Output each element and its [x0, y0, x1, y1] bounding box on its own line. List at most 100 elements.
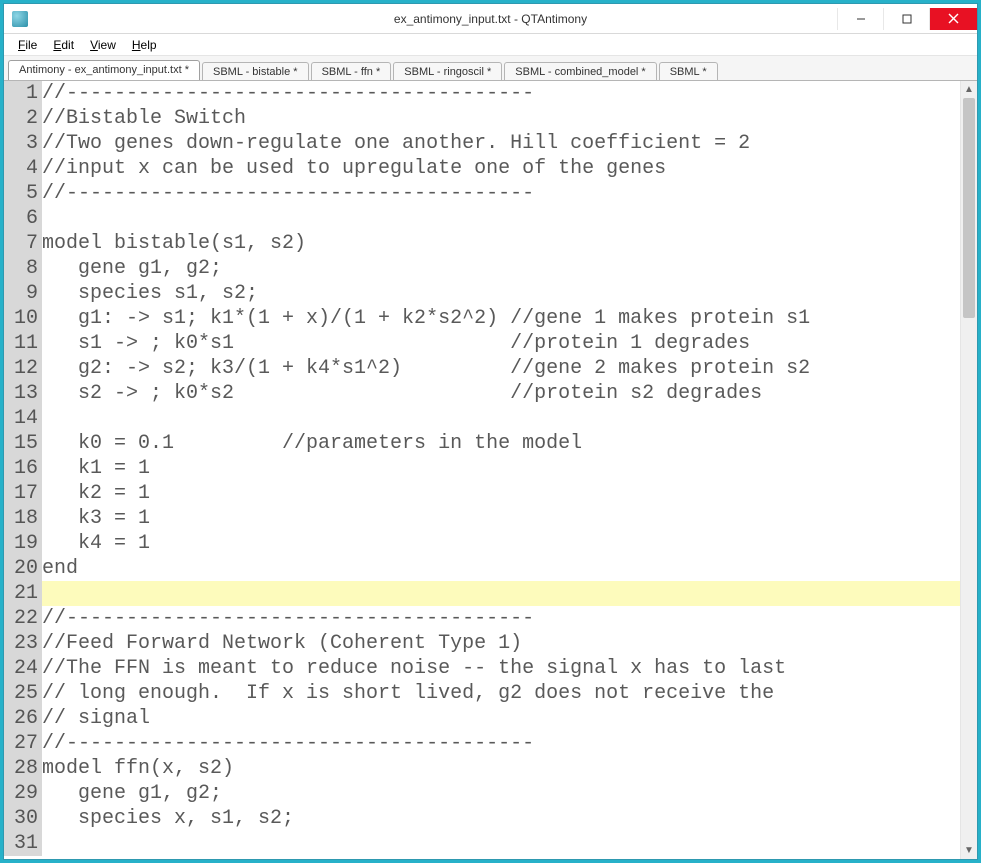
code-text[interactable]: // long enough. If x is short lived, g2 …: [42, 681, 960, 706]
line-number: 21: [4, 581, 42, 606]
line-number: 29: [4, 781, 42, 806]
code-text[interactable]: k2 = 1: [42, 481, 960, 506]
line-number: 19: [4, 531, 42, 556]
line-number: 30: [4, 806, 42, 831]
scroll-thumb[interactable]: [963, 98, 975, 318]
code-text[interactable]: //input x can be used to upregulate one …: [42, 156, 960, 181]
menu-help-label: elp: [141, 38, 157, 52]
code-text[interactable]: species x, s1, s2;: [42, 806, 960, 831]
code-text[interactable]: k3 = 1: [42, 506, 960, 531]
line-number: 13: [4, 381, 42, 406]
tab-5[interactable]: SBML *: [659, 62, 718, 81]
code-line: 4//input x can be used to upregulate one…: [4, 156, 960, 181]
code-line: 27//------------------------------------…: [4, 731, 960, 756]
code-text[interactable]: // signal: [42, 706, 960, 731]
tab-1[interactable]: SBML - bistable *: [202, 62, 309, 81]
code-text[interactable]: //The FFN is meant to reduce noise -- th…: [42, 656, 960, 681]
line-number: 22: [4, 606, 42, 631]
code-text[interactable]: [42, 581, 960, 606]
line-number: 1: [4, 81, 42, 106]
maximize-button[interactable]: [883, 8, 929, 30]
code-text[interactable]: g1: -> s1; k1*(1 + x)/(1 + k2*s2^2) //ge…: [42, 306, 960, 331]
code-line: 2//Bistable Switch: [4, 106, 960, 131]
menubar: File Edit View Help: [4, 34, 977, 56]
line-number: 18: [4, 506, 42, 531]
code-text[interactable]: //--------------------------------------…: [42, 181, 960, 206]
code-line: 31: [4, 831, 960, 856]
code-line: 17 k2 = 1: [4, 481, 960, 506]
code-text[interactable]: [42, 406, 960, 431]
code-text[interactable]: gene g1, g2;: [42, 781, 960, 806]
code-line: 5//-------------------------------------…: [4, 181, 960, 206]
minimize-button[interactable]: [837, 8, 883, 30]
code-text[interactable]: model ffn(x, s2): [42, 756, 960, 781]
code-text[interactable]: //--------------------------------------…: [42, 606, 960, 631]
menu-help[interactable]: Help: [124, 36, 165, 54]
code-text[interactable]: s1 -> ; k0*s1 //protein 1 degrades: [42, 331, 960, 356]
line-number: 7: [4, 231, 42, 256]
menu-view[interactable]: View: [82, 36, 124, 54]
line-number: 4: [4, 156, 42, 181]
code-text[interactable]: //Two genes down-regulate one another. H…: [42, 131, 960, 156]
code-text[interactable]: //--------------------------------------…: [42, 731, 960, 756]
app-window: ex_antimony_input.txt - QTAntimony File …: [3, 3, 978, 860]
code-text[interactable]: //Bistable Switch: [42, 106, 960, 131]
app-icon: [12, 11, 28, 27]
menu-file[interactable]: File: [10, 36, 45, 54]
code-line: 23//Feed Forward Network (Coherent Type …: [4, 631, 960, 656]
window-title: ex_antimony_input.txt - QTAntimony: [4, 12, 977, 26]
code-line: 6: [4, 206, 960, 231]
code-line: 13 s2 -> ; k0*s2 //protein s2 degrades: [4, 381, 960, 406]
line-number: 5: [4, 181, 42, 206]
tab-0[interactable]: Antimony - ex_antimony_input.txt *: [8, 60, 200, 80]
code-line: 22//------------------------------------…: [4, 606, 960, 631]
menu-edit-label: dit: [61, 38, 74, 52]
scroll-up-icon[interactable]: ▲: [961, 81, 977, 98]
line-number: 10: [4, 306, 42, 331]
code-line: 30 species x, s1, s2;: [4, 806, 960, 831]
code-text[interactable]: model bistable(s1, s2): [42, 231, 960, 256]
code-line: 15 k0 = 0.1 //parameters in the model: [4, 431, 960, 456]
code-text[interactable]: k4 = 1: [42, 531, 960, 556]
line-number: 2: [4, 106, 42, 131]
code-line: 21: [4, 581, 960, 606]
line-number: 14: [4, 406, 42, 431]
code-line: 10 g1: -> s1; k1*(1 + x)/(1 + k2*s2^2) /…: [4, 306, 960, 331]
code-line: 9 species s1, s2;: [4, 281, 960, 306]
code-text[interactable]: s2 -> ; k0*s2 //protein s2 degrades: [42, 381, 960, 406]
line-number: 28: [4, 756, 42, 781]
code-text[interactable]: [42, 831, 960, 856]
code-line: 3//Two genes down-regulate one another. …: [4, 131, 960, 156]
line-number: 24: [4, 656, 42, 681]
tab-4[interactable]: SBML - combined_model *: [504, 62, 656, 81]
code-text[interactable]: g2: -> s2; k3/(1 + k4*s1^2) //gene 2 mak…: [42, 356, 960, 381]
line-number: 11: [4, 331, 42, 356]
code-text[interactable]: [42, 206, 960, 231]
line-number: 9: [4, 281, 42, 306]
line-number: 20: [4, 556, 42, 581]
tab-3[interactable]: SBML - ringoscil *: [393, 62, 502, 81]
code-editor[interactable]: 1//-------------------------------------…: [4, 81, 960, 859]
code-text[interactable]: //Feed Forward Network (Coherent Type 1): [42, 631, 960, 656]
code-line: 28model ffn(x, s2): [4, 756, 960, 781]
code-line: 25// long enough. If x is short lived, g…: [4, 681, 960, 706]
menu-view-label: iew: [98, 38, 116, 52]
code-text[interactable]: k1 = 1: [42, 456, 960, 481]
code-line: 29 gene g1, g2;: [4, 781, 960, 806]
scroll-down-icon[interactable]: ▼: [961, 842, 977, 859]
code-line: 26// signal: [4, 706, 960, 731]
code-line: 8 gene g1, g2;: [4, 256, 960, 281]
code-text[interactable]: end: [42, 556, 960, 581]
close-button[interactable]: [929, 8, 977, 30]
code-text[interactable]: k0 = 0.1 //parameters in the model: [42, 431, 960, 456]
vertical-scrollbar[interactable]: ▲ ▼: [960, 81, 977, 859]
code-line: 18 k3 = 1: [4, 506, 960, 531]
code-text[interactable]: species s1, s2;: [42, 281, 960, 306]
tab-2[interactable]: SBML - ffn *: [311, 62, 392, 81]
line-number: 16: [4, 456, 42, 481]
code-text[interactable]: //--------------------------------------…: [42, 81, 960, 106]
menu-edit[interactable]: Edit: [45, 36, 82, 54]
line-number: 3: [4, 131, 42, 156]
line-number: 27: [4, 731, 42, 756]
code-text[interactable]: gene g1, g2;: [42, 256, 960, 281]
